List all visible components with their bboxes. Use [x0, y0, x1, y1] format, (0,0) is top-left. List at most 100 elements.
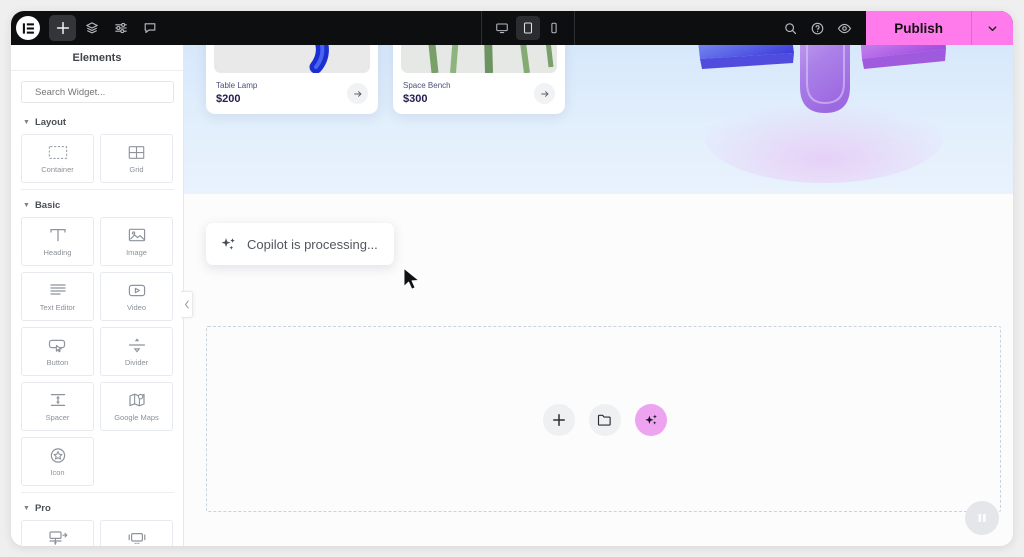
section-basic-label: Basic: [34, 200, 61, 211]
mouse-cursor: [403, 267, 420, 290]
widget-image[interactable]: Image: [100, 217, 173, 266]
product-price: $300: [403, 92, 428, 105]
elementor-logo-button[interactable]: [16, 16, 40, 40]
site-settings-button[interactable]: [107, 15, 134, 41]
search-widget-wrap: [11, 72, 183, 107]
toolbar-right-group: Publish: [777, 11, 1013, 45]
publish-group: Publish: [866, 11, 1013, 45]
copilot-status-text: Copilot is processing...: [247, 236, 378, 252]
product-info: Table Lamp $200: [206, 73, 378, 114]
folder-icon: [597, 414, 611, 426]
product-card[interactable]: Table Lamp $200: [206, 45, 378, 114]
device-desktop-button[interactable]: [490, 16, 514, 40]
panel-collapse-button[interactable]: [181, 291, 193, 318]
publish-options-button[interactable]: [971, 11, 1013, 45]
product-arrow-button[interactable]: [347, 83, 368, 104]
product-info: Space Bench $300: [393, 73, 565, 114]
widget-loop-grid[interactable]: Loop Grid: [21, 520, 94, 546]
device-preview-group: [481, 11, 575, 45]
arrow-right-icon: [540, 90, 548, 97]
widget-spacer[interactable]: Spacer: [21, 382, 94, 431]
pause-button[interactable]: [965, 501, 999, 535]
widget-icon[interactable]: Icon: [21, 437, 94, 486]
product-text: Table Lamp $200: [216, 81, 257, 106]
widget-google-maps-label: Google Maps: [114, 412, 159, 422]
widget-heading-label: Heading: [43, 247, 72, 257]
grid-icon: [128, 144, 145, 161]
widget-google-maps[interactable]: Google Maps: [100, 382, 173, 431]
add-element-button[interactable]: [542, 404, 575, 436]
spacer-icon: [49, 392, 67, 409]
product-arrow-button[interactable]: [534, 83, 555, 104]
tablet-icon: [523, 22, 533, 34]
add-template-button[interactable]: [588, 404, 621, 436]
widget-grid-label: Grid: [129, 164, 144, 174]
canvas-body[interactable]: Copilot is processing...: [184, 194, 1013, 546]
empty-dropzone[interactable]: [206, 326, 1001, 512]
loop-carousel-icon: [127, 530, 147, 546]
search-input[interactable]: [35, 86, 167, 98]
section-pro-header[interactable]: ▼ Pro: [21, 493, 174, 520]
section-layout-widgets: Container Grid: [21, 134, 174, 183]
layers-icon: [85, 22, 98, 34]
publish-button[interactable]: Publish: [866, 11, 971, 45]
product-name: Table Lamp: [216, 81, 258, 91]
section-pro: ▼ Pro: [11, 493, 183, 546]
search-icon: [785, 22, 797, 34]
device-mobile-button[interactable]: [542, 16, 566, 40]
widget-text-editor-label: Text Editor: [39, 302, 76, 312]
widget-heading[interactable]: Heading: [21, 217, 94, 266]
widget-container-label: Container: [41, 164, 74, 174]
elementor-logo-icon: [22, 22, 34, 34]
widget-image-label: Image: [126, 247, 147, 257]
comment-icon: [144, 23, 155, 34]
star-icon: [49, 447, 67, 464]
device-tablet-button[interactable]: [516, 16, 540, 40]
toolbar-left-group: [11, 15, 163, 41]
hero-section[interactable]: Table Lamp $200 Space Bench $300: [184, 45, 1013, 194]
help-icon: [811, 22, 824, 34]
editor-canvas[interactable]: Table Lamp $200 Space Bench $300 Copilot…: [184, 45, 1013, 546]
add-element-button[interactable]: [49, 15, 76, 41]
widget-grid[interactable]: Grid: [100, 134, 173, 183]
text-editor-icon: [49, 282, 67, 299]
widget-divider[interactable]: Divider: [100, 327, 173, 376]
section-basic-header[interactable]: ▼ Basic: [21, 190, 174, 217]
heading-icon: [49, 227, 67, 244]
top-toolbar: Publish: [11, 11, 1013, 45]
widget-text-editor[interactable]: Text Editor: [21, 272, 94, 321]
chevron-down-icon: ▼: [23, 505, 30, 512]
arrow-right-icon: [353, 90, 361, 97]
section-layout-label: Layout: [34, 117, 67, 128]
section-layout-header[interactable]: ▼ Layout: [21, 107, 174, 134]
widget-container[interactable]: Container: [21, 134, 94, 183]
widget-divider-label: Divider: [124, 357, 149, 367]
google-maps-icon: [128, 392, 146, 409]
widget-loop-carousel[interactable]: Loop Carousel: [100, 520, 173, 546]
preview-button[interactable]: [831, 15, 858, 42]
panel-scroll-area[interactable]: ▼ Layout Container: [11, 72, 183, 546]
sparkle-icon: [644, 414, 657, 425]
elements-panel: Elements ▼ Layout: [11, 45, 184, 546]
widget-button[interactable]: Button: [21, 327, 94, 376]
structure-button[interactable]: [78, 15, 105, 41]
widget-button-label: Button: [46, 357, 69, 367]
chevron-down-icon: ▼: [23, 119, 30, 126]
search-widget-box[interactable]: [21, 81, 174, 103]
ai-generate-button[interactable]: [634, 404, 667, 436]
panel-title: Elements: [11, 45, 183, 71]
container-icon: [48, 144, 68, 161]
desktop-icon: [496, 23, 508, 34]
notes-button[interactable]: [136, 15, 163, 41]
plus-icon: [552, 414, 565, 426]
widget-video[interactable]: Video: [100, 272, 173, 321]
widget-spacer-label: Spacer: [45, 412, 70, 422]
product-card[interactable]: Space Bench $300: [393, 45, 565, 114]
eye-icon: [838, 23, 852, 33]
product-image: [401, 45, 557, 73]
help-button[interactable]: [804, 15, 831, 42]
editor-window: Publish Elements Search Widget... ▼ Layo…: [11, 11, 1013, 546]
dropzone-actions: [207, 327, 1002, 513]
search-button[interactable]: [777, 15, 804, 42]
chevron-down-icon: ▼: [23, 202, 30, 209]
